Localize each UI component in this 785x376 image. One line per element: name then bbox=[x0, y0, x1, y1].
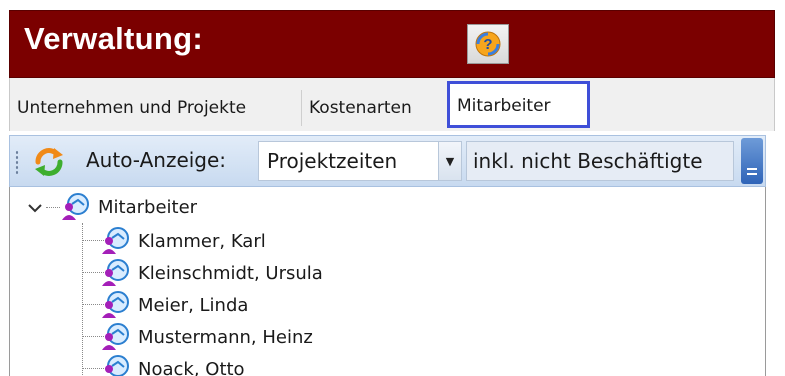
title-bar: Verwaltung: ? bbox=[9, 10, 775, 78]
employee-name: Meier, Linda bbox=[138, 295, 249, 316]
tree-item-employee[interactable]: Mustermann, Heinz bbox=[10, 321, 410, 353]
window-title: Verwaltung: bbox=[24, 21, 203, 56]
tree-root-node[interactable]: Mitarbeiter bbox=[10, 191, 310, 223]
tab-bar: Unternehmen und Projekte Kostenarten Mit… bbox=[9, 78, 775, 131]
employee-group-icon bbox=[62, 193, 89, 220]
chevron-down-icon[interactable] bbox=[27, 202, 43, 214]
toolbar-grip[interactable] bbox=[15, 150, 19, 174]
help-icon: ? bbox=[475, 31, 501, 57]
refresh-icon[interactable] bbox=[32, 145, 66, 179]
toolbar: Auto-Anzeige: Projektzeiten ▼ inkl. nich… bbox=[9, 135, 766, 187]
display-mode-value: Projektzeiten bbox=[267, 149, 398, 173]
tree-item-employee[interactable]: Kleinschmidt, Ursula bbox=[10, 257, 410, 289]
employee-icon bbox=[102, 259, 129, 286]
overflow-chevron-icon bbox=[747, 173, 757, 175]
employee-icon bbox=[105, 355, 129, 376]
toolbar-overflow-button[interactable] bbox=[741, 138, 763, 184]
auto-display-label: Auto-Anzeige: bbox=[86, 148, 227, 172]
employee-icon bbox=[102, 227, 129, 254]
dropdown-arrow-icon[interactable]: ▼ bbox=[438, 141, 462, 181]
help-button[interactable]: ? bbox=[467, 24, 509, 64]
include-not-employed-label: inkl. nicht Beschäftigte bbox=[473, 149, 703, 173]
employee-icon bbox=[102, 291, 129, 318]
tab-mitarbeiter[interactable]: Mitarbeiter bbox=[447, 81, 590, 128]
employee-name: Noack, Otto bbox=[138, 359, 245, 376]
employee-icon bbox=[102, 323, 129, 350]
admin-window: Verwaltung: ? Unternehmen und Projekte K… bbox=[0, 0, 785, 376]
employee-name: Kleinschmidt, Ursula bbox=[138, 263, 323, 284]
help-symbol: ? bbox=[483, 36, 492, 53]
tree-root-label: Mitarbeiter bbox=[98, 197, 198, 218]
display-mode-select[interactable]: Projektzeiten bbox=[258, 141, 456, 181]
include-not-employed-toggle[interactable]: inkl. nicht Beschäftigte bbox=[466, 141, 734, 181]
tree-item-employee[interactable]: Klammer, Karl bbox=[10, 225, 410, 257]
employee-tree[interactable]: Mitarbeiter Klammer, Karl Kleinschmidt, … bbox=[9, 187, 766, 376]
employee-name: Mustermann, Heinz bbox=[138, 327, 313, 348]
tree-item-employee[interactable]: Noack, Otto bbox=[10, 353, 410, 376]
tab-kostenarten[interactable]: Kostenarten bbox=[302, 90, 448, 126]
overflow-bar-icon bbox=[747, 168, 757, 170]
tree-item-employee[interactable]: Meier, Linda bbox=[10, 289, 410, 321]
employee-name: Klammer, Karl bbox=[138, 231, 266, 252]
tab-unternehmen-und-projekte[interactable]: Unternehmen und Projekte bbox=[10, 90, 302, 126]
